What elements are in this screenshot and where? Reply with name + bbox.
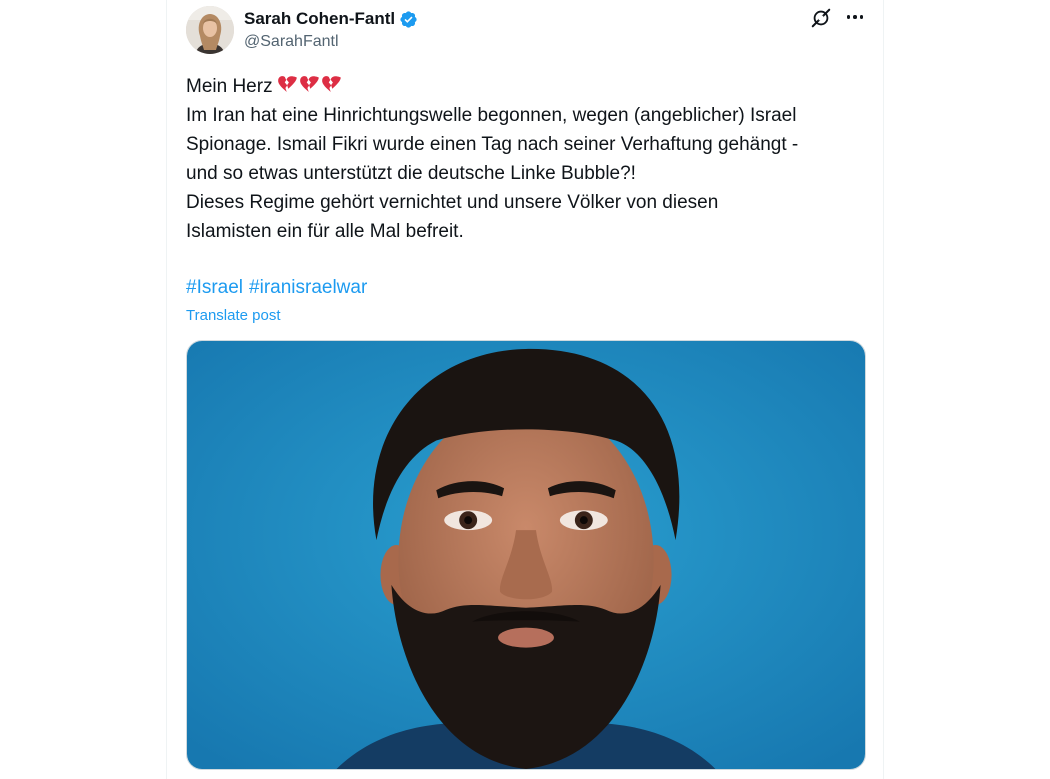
post-text-line: Dieses Regime gehört vernichtet und unse… [186,192,719,213]
post-text-line: Im Iran hat eine Hinrichtungswelle begon… [186,105,797,126]
broken-heart-icon [299,76,319,92]
post-card[interactable]: Sarah Cohen-Fantl @SarahFantl Mein Herz … [166,0,884,779]
portrait-photo [187,341,865,769]
hashtags: #Israel #iranisraelwar [186,273,373,302]
avatar-photo [186,6,234,54]
broken-heart-icon [321,76,341,92]
post-text-line: Islamisten ein für alle Mal befreit. [186,221,464,242]
broken-heart-icon [277,76,297,92]
post-text-line: und so etwas unterstützt die deutsche Li… [186,163,636,184]
post-text: Mein Herz Im Iran hat eine Hinrichtungsw… [186,72,876,246]
author-handle[interactable]: @SarahFantl [244,32,339,52]
translate-post-link[interactable]: Translate post [186,306,281,326]
grok-icon[interactable] [810,7,832,29]
broken-heart-emoji-group [277,74,342,95]
hashtag-link[interactable]: #iranisraelwar [249,277,367,298]
post-media-image[interactable] [186,340,866,770]
post-text-line: Spionage. Ismail Fikri wurde einen Tag n… [186,134,799,155]
more-options-icon[interactable] [844,6,866,28]
hashtag-link[interactable]: #Israel [186,277,243,298]
author-name[interactable]: Sarah Cohen-Fantl [244,8,395,30]
author-name-row[interactable]: Sarah Cohen-Fantl [244,8,418,30]
post-text-line: Mein Herz [186,72,876,101]
author-avatar[interactable] [186,6,234,54]
verified-badge-icon [399,10,418,29]
